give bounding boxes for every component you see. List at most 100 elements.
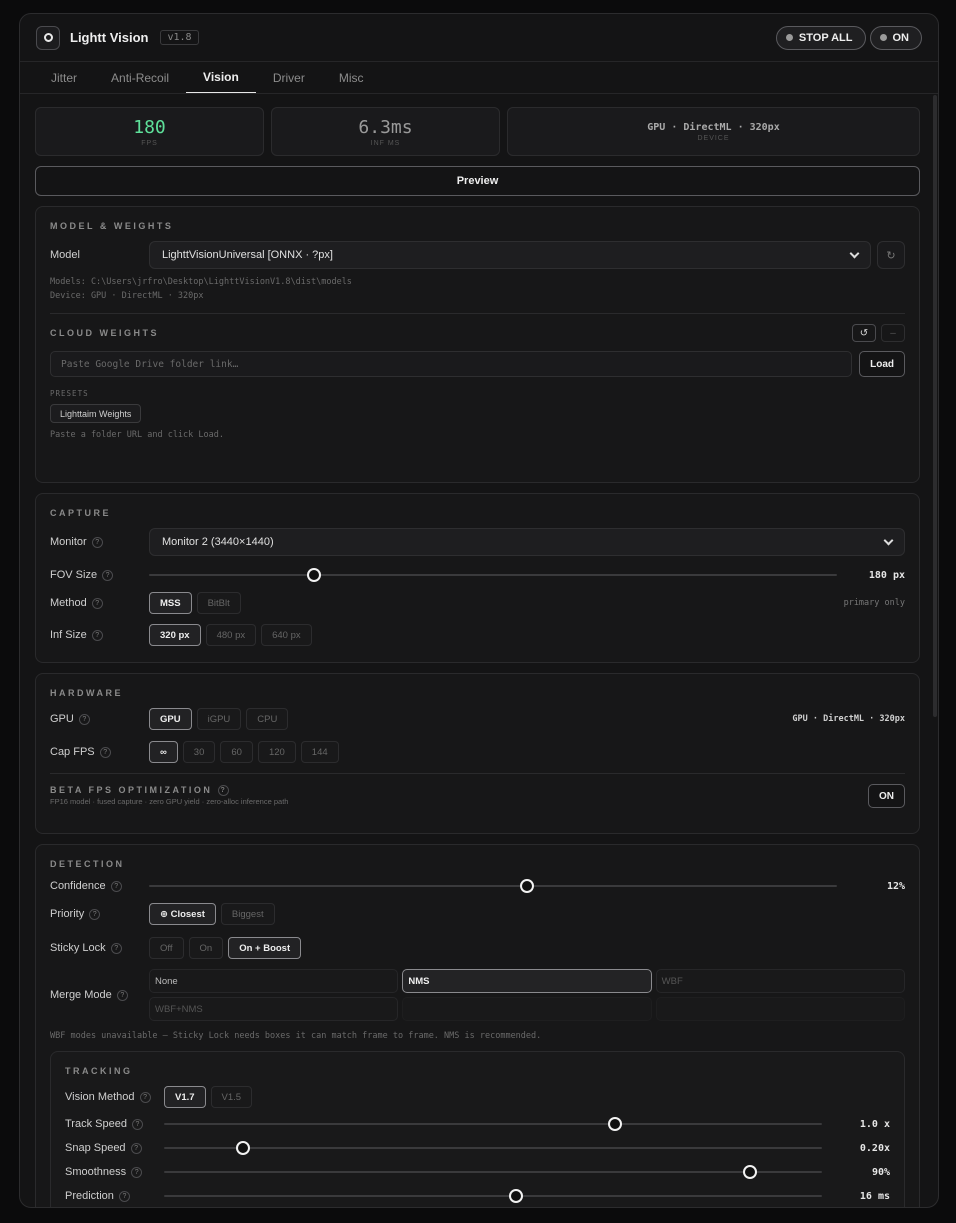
preview-button[interactable]: Preview: [35, 166, 920, 196]
snap-speed-slider[interactable]: [164, 1141, 822, 1155]
merge-mode-label-text: Merge Mode: [50, 989, 112, 1001]
help-icon[interactable]: ?: [99, 746, 111, 758]
tab-jitter[interactable]: Jitter: [34, 62, 94, 93]
vision-method-label-text: Vision Method: [65, 1091, 135, 1103]
tab-vision[interactable]: Vision: [186, 62, 256, 93]
priority-closest[interactable]: ⊕ Closest: [149, 903, 216, 925]
prediction-slider[interactable]: [164, 1189, 822, 1203]
app-title: Lightt Vision: [70, 30, 149, 45]
slider-thumb[interactable]: [307, 568, 322, 582]
vision-method-v15[interactable]: V1.5: [210, 1086, 253, 1108]
tab-anti-recoil[interactable]: Anti-Recoil: [94, 62, 186, 93]
beta-toggle[interactable]: ON: [868, 784, 905, 808]
slider-track: [149, 574, 837, 576]
tab-misc[interactable]: Misc: [322, 62, 381, 93]
model-select[interactable]: LighttVisionUniversal [ONNX · ?px]: [149, 241, 871, 269]
track-speed-label-text: Track Speed: [65, 1118, 127, 1130]
chevron-down-icon: [849, 248, 860, 258]
help-icon[interactable]: ?: [139, 1091, 151, 1103]
help-icon[interactable]: ?: [102, 569, 114, 581]
sticky-off[interactable]: Off: [149, 937, 184, 959]
help-icon[interactable]: ?: [110, 880, 122, 892]
gpu-option-cpu[interactable]: CPU: [246, 708, 289, 730]
help-icon[interactable]: ?: [118, 1190, 130, 1202]
help-icon[interactable]: ?: [116, 989, 128, 1001]
titlebar: Lightt Vision v1.8 STOP ALL ON: [20, 14, 938, 62]
slider-thumb[interactable]: [742, 1165, 757, 1179]
divider: [50, 773, 905, 774]
method-bitblt[interactable]: BitBlt: [196, 592, 241, 614]
track-speed-label: Track Speed?: [65, 1118, 164, 1130]
cap-fps-unlimited[interactable]: ∞: [149, 741, 178, 763]
cap-fps-144[interactable]: 144: [300, 741, 339, 763]
gpu-label-text: GPU: [50, 713, 74, 725]
smoothness-label-text: Smoothness: [65, 1166, 127, 1178]
smoothness-slider[interactable]: [164, 1165, 822, 1179]
divider: [50, 313, 905, 314]
sticky-on[interactable]: On: [188, 937, 224, 959]
model-label: Model: [50, 249, 80, 261]
slider-thumb[interactable]: [607, 1117, 622, 1131]
status-dot-icon: [785, 34, 793, 41]
help-icon[interactable]: ?: [131, 1118, 143, 1130]
method-note: primary only: [843, 598, 905, 608]
merge-none[interactable]: None: [149, 969, 399, 993]
vision-panel: 180 FPS 6.3ms INF MS GPU · DirectML · 32…: [20, 95, 938, 1207]
monitor-select[interactable]: Monitor 2 (3440×1440): [149, 528, 905, 556]
gpu-option-gpu[interactable]: GPU: [149, 708, 192, 730]
priority-biggest[interactable]: Biggest: [220, 903, 275, 925]
master-toggle-button[interactable]: ON: [869, 25, 922, 50]
reload-button[interactable]: ↺: [852, 324, 876, 342]
monitor-label: Monitor?: [50, 536, 149, 548]
inf-value: 6.3ms: [358, 116, 413, 138]
stop-all-button[interactable]: STOP ALL: [775, 25, 866, 50]
confidence-slider[interactable]: [149, 879, 837, 893]
detection-card: DETECTION Confidence? 12% Priority? ⊕ Cl…: [35, 844, 920, 1207]
cap-fps-120[interactable]: 120: [257, 741, 296, 763]
inf-stat: 6.3ms INF MS: [271, 107, 500, 156]
slider-thumb[interactable]: [520, 879, 535, 893]
inf-size-320[interactable]: 320 px: [149, 624, 201, 646]
help-icon[interactable]: ?: [218, 784, 230, 796]
snap-speed-label-text: Snap Speed: [65, 1142, 126, 1154]
model-weights-card: MODEL & WEIGHTS Model LighttVisionUniver…: [35, 206, 920, 483]
method-mss[interactable]: MSS: [149, 592, 192, 614]
inf-size-480[interactable]: 480 px: [205, 624, 257, 646]
preset-chip[interactable]: Lighttaim Weights: [50, 404, 142, 423]
slider-thumb[interactable]: [509, 1189, 524, 1203]
merge-wbf-nms[interactable]: WBF+NMS: [149, 997, 399, 1021]
merge-wbf[interactable]: WBF: [655, 969, 905, 993]
snap-speed-label: Snap Speed?: [65, 1142, 164, 1154]
device-value: GPU · DirectML · 320px: [647, 121, 780, 133]
help-icon[interactable]: ?: [91, 536, 103, 548]
cap-fps-60[interactable]: 60: [220, 741, 253, 763]
gpu-label: GPU?: [50, 713, 149, 725]
drive-link-input[interactable]: Paste Google Drive folder link…: [50, 351, 853, 377]
help-icon[interactable]: ?: [91, 597, 103, 609]
vision-method-v17[interactable]: V1.7: [164, 1086, 206, 1108]
collapse-button[interactable]: –: [881, 324, 905, 342]
help-icon[interactable]: ?: [91, 629, 103, 641]
beta-desc: FP16 model · fused capture · zero GPU yi…: [50, 796, 289, 806]
help-icon[interactable]: ?: [131, 1166, 143, 1178]
help-icon[interactable]: ?: [110, 942, 122, 954]
tab-driver[interactable]: Driver: [256, 62, 322, 93]
detection-title: DETECTION: [50, 859, 125, 869]
fov-slider[interactable]: [149, 568, 837, 582]
refresh-models-button[interactable]: ↻: [877, 241, 905, 269]
sticky-on-boost[interactable]: On + Boost: [228, 937, 302, 959]
beta-title-text: BETA FPS OPTIMIZATION: [50, 785, 213, 795]
cap-fps-30[interactable]: 30: [182, 741, 216, 763]
slider-track: [164, 1147, 822, 1149]
cap-fps-label: Cap FPS?: [50, 746, 149, 758]
help-icon[interactable]: ?: [130, 1142, 142, 1154]
inf-size-640[interactable]: 640 px: [261, 624, 312, 646]
gpu-option-igpu[interactable]: iGPU: [196, 708, 242, 730]
help-icon[interactable]: ?: [89, 908, 101, 920]
confidence-label-text: Confidence: [50, 880, 106, 892]
slider-thumb[interactable]: [235, 1141, 250, 1155]
track-speed-slider[interactable]: [164, 1117, 822, 1131]
load-button[interactable]: Load: [859, 351, 905, 377]
help-icon[interactable]: ?: [78, 713, 90, 725]
merge-nms[interactable]: NMS: [402, 969, 652, 993]
